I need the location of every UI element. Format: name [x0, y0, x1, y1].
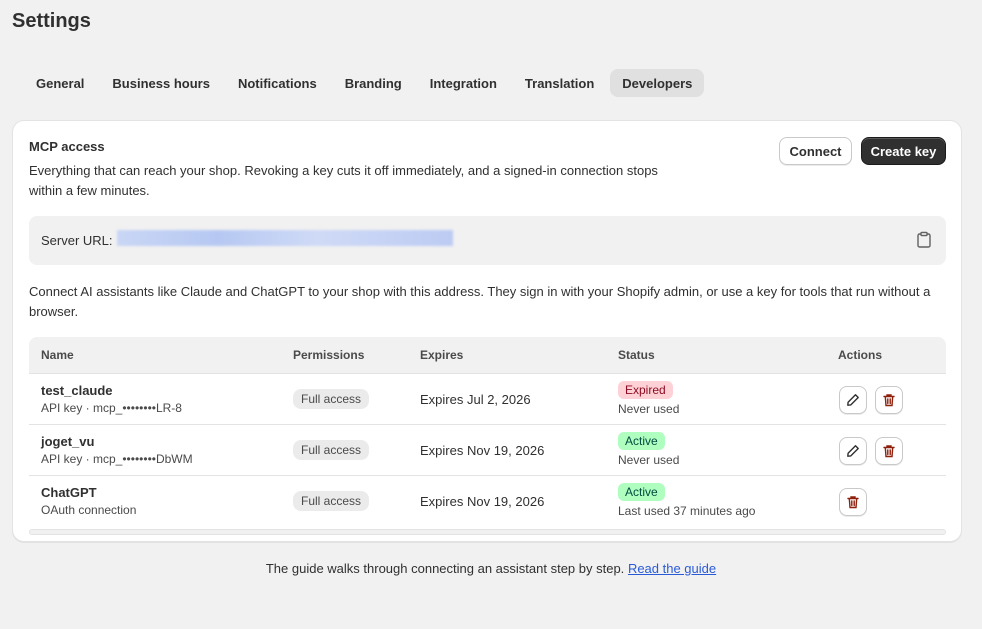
- delete-button[interactable]: [875, 386, 903, 414]
- key-subtitle: API key · mcp_••••••••DbWM: [41, 452, 193, 466]
- name-cell: joget_vu API key · mcp_••••••••DbWM: [41, 434, 193, 466]
- key-name: test_claude: [41, 383, 113, 398]
- header-name: Name: [41, 348, 74, 362]
- delete-button[interactable]: [839, 488, 867, 516]
- status-badge: Expired: [618, 381, 673, 399]
- header-actions: Actions: [838, 348, 883, 362]
- edit-button[interactable]: [839, 437, 867, 465]
- table-horizontal-scrollbar[interactable]: [29, 529, 946, 535]
- tab-developers[interactable]: Developers: [610, 69, 705, 97]
- status-cell: Active Last used 37 minutes ago: [618, 483, 755, 518]
- page-title: Settings: [12, 10, 91, 32]
- create-key-button[interactable]: Create key: [861, 137, 946, 165]
- header-status: Status: [618, 348, 655, 362]
- key-name: joget_vu: [41, 434, 95, 449]
- expires-cell: Expires Nov 19, 2026: [420, 443, 545, 458]
- header-expires: Expires: [420, 348, 464, 362]
- trash-icon: [847, 496, 859, 509]
- table-row: ChatGPT OAuth connection Full access Exp…: [29, 476, 946, 527]
- tab-business-hours[interactable]: Business hours: [100, 69, 222, 97]
- pencil-icon: [847, 394, 859, 406]
- permission-cell: Full access: [293, 389, 370, 409]
- status-badge: Active: [618, 483, 665, 501]
- card-description: Everything that can reach your shop. Rev…: [29, 163, 658, 198]
- permission-badge: Full access: [293, 440, 370, 460]
- mcp-access-card: MCP access Everything that can reach you…: [12, 120, 962, 542]
- tab-translation[interactable]: Translation: [513, 69, 606, 97]
- expires-cell: Expires Jul 2, 2026: [420, 392, 531, 407]
- keys-table: Name Permissions Expires Status Actions …: [29, 337, 946, 527]
- permission-cell: Full access: [293, 491, 370, 511]
- server-url-label: Server URL:: [41, 233, 113, 248]
- card-title: MCP access: [29, 139, 105, 154]
- status-cell: Active Never used: [618, 432, 679, 467]
- server-url-box: Server URL:: [29, 216, 946, 265]
- read-guide-link[interactable]: Read the guide: [628, 561, 716, 576]
- server-url-value-redacted: [117, 230, 453, 246]
- clipboard-icon[interactable]: [916, 231, 932, 249]
- tab-integration[interactable]: Integration: [418, 69, 509, 97]
- expires-cell: Expires Nov 19, 2026: [420, 494, 545, 509]
- tab-notifications[interactable]: Notifications: [226, 69, 329, 97]
- permission-badge: Full access: [293, 389, 370, 409]
- trash-icon: [883, 394, 895, 407]
- pencil-icon: [847, 445, 859, 457]
- key-subtitle: API key · mcp_••••••••LR-8: [41, 401, 182, 415]
- last-used: Never used: [618, 453, 680, 467]
- permission-cell: Full access: [293, 440, 370, 460]
- table-header: Name Permissions Expires Status Actions: [29, 337, 946, 374]
- last-used: Last used 37 minutes ago: [618, 504, 756, 518]
- tab-general[interactable]: General: [24, 69, 96, 97]
- delete-button[interactable]: [875, 437, 903, 465]
- key-subtitle: OAuth connection: [41, 503, 137, 517]
- footer-text: The guide walks through connecting an as…: [265, 561, 625, 576]
- permission-badge: Full access: [293, 491, 370, 511]
- tab-branding[interactable]: Branding: [333, 69, 414, 97]
- trash-icon: [883, 445, 895, 458]
- footer: The guide walks through connecting an as…: [0, 561, 982, 576]
- table-row: joget_vu API key · mcp_••••••••DbWM Full…: [29, 425, 946, 476]
- connect-button[interactable]: Connect: [779, 137, 852, 165]
- header-permissions: Permissions: [293, 348, 365, 362]
- status-cell: Expired Never used: [618, 381, 679, 416]
- name-cell: test_claude API key · mcp_••••••••LR-8: [41, 383, 182, 415]
- table-row: test_claude API key · mcp_••••••••LR-8 F…: [29, 374, 946, 425]
- edit-button[interactable]: [839, 386, 867, 414]
- status-badge: Active: [618, 432, 665, 450]
- last-used: Never used: [618, 402, 680, 416]
- helper-text: Connect AI assistants like Claude and Ch…: [29, 284, 931, 319]
- settings-tabs: General Business hours Notifications Bra…: [24, 69, 705, 97]
- name-cell: ChatGPT OAuth connection: [41, 485, 136, 517]
- key-name: ChatGPT: [41, 485, 97, 500]
